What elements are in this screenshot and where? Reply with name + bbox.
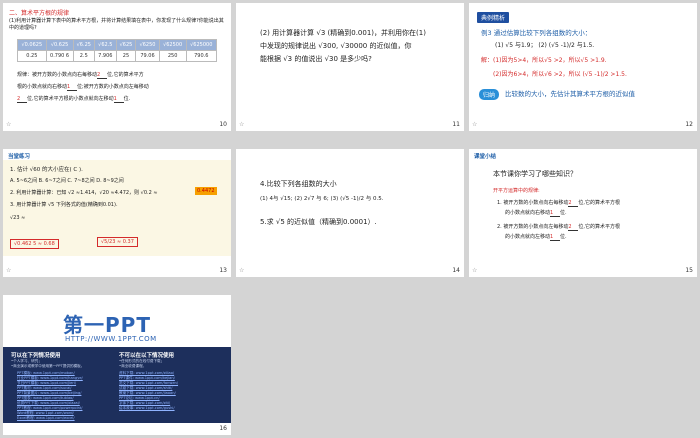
slide-10[interactable]: 二、算术平方根的规律 (1)利用计算器计算下表中的算术平方根，并将计算结果填在表…	[3, 3, 231, 131]
slide-13[interactable]: 当堂练习 1. 估计 √60 的大小应在( C ). A. 5~6之间 B. 6…	[3, 149, 231, 277]
slide-number: 12	[685, 121, 693, 128]
sqrt-table: √0.0625 √0.625 √6.25 √62.5 √625 √6250 √62500 √6…	[17, 39, 218, 62]
slide-number: 16	[219, 425, 227, 432]
table-header-cell: √625000	[185, 39, 218, 51]
resource-link[interactable]: 绘本故事: www.1ppt.com/gushi/	[119, 406, 178, 411]
rule-subtitle: 开平方运算中的规律:	[493, 188, 540, 194]
slide-14[interactable]: 4.比较下列各组数的大小 (1) 4与 √15; (2) 2√7 与 6; (3…	[236, 149, 464, 277]
links-left: PPT模板: www.1ppt.com/moban/行业PPT模板: www.1…	[17, 371, 83, 421]
slide-11[interactable]: (2) 用计算器计算 √3 (精确到0.001)，并利用你在(1) 中发现的规律…	[236, 3, 464, 131]
allowed-desc: •个人学习、研究； •商业演示或教学中使用第一PPT提供的模板。	[11, 359, 85, 368]
rule-2-line-2: 的小数点就向左移动1 位.	[505, 234, 567, 241]
star-icon: ☆	[239, 121, 245, 128]
table-value-cell: 7.906	[94, 50, 117, 62]
table-value-cell: 250	[158, 50, 187, 62]
table-header-cell: √62.5	[94, 39, 117, 51]
star-icon: ☆	[6, 267, 12, 274]
summary-title: 本节课你学习了哪些知识？	[493, 170, 577, 178]
solution-1: 解：(1)因为5>4，所以√5 >2，所以√5 >1.9.	[481, 57, 607, 64]
summary-label: 归纳	[479, 89, 500, 100]
rule-1-line-2: 的小数点就向右移动1 位.	[505, 210, 567, 217]
table-value-cell: 2.5	[72, 50, 96, 62]
answer-1: √0.462 5 ≈ 0.68	[10, 239, 59, 249]
q3-expr: √23 ≈	[10, 215, 26, 221]
answer-2: √5/23 ≈ 0.37	[97, 237, 138, 247]
table-header-cell: √62500	[158, 39, 187, 51]
star-icon: ☆	[472, 267, 478, 274]
question-line-2: 中发现的规律说出 √300, √30000 的近似值，你	[260, 42, 412, 50]
question-text: (1)利用计算器计算下表中的算术平方根，并将计算结果填在表中，你发现了什么规律?…	[9, 18, 224, 31]
rule-line-3: 2 位,它的算术平方根的小数点就向左移动1 位.	[17, 96, 131, 103]
disallowed-desc: •任何形式的在线付费下载； •商业收费课程。	[119, 359, 165, 368]
summary-heading: 课堂小结	[474, 154, 497, 160]
usage-panel: 可以在下列情况使用 不可以在以下情况使用 •个人学习、研究； •商业演示或教学中…	[3, 347, 231, 423]
rule-1-line-1: 1. 被开方数的小数点向右每移动2 位,它的算术平方根	[497, 200, 620, 207]
slide-number: 10	[219, 121, 227, 128]
disallowed-title: 不可以在以下情况使用	[119, 353, 175, 359]
exercise-5: 5.求 √5 的近似值（精确到0.0001）.	[260, 218, 377, 226]
star-icon: ☆	[472, 121, 478, 128]
table-header-cell: √6.25	[72, 39, 96, 51]
table-value-cell: 790.6	[185, 50, 218, 62]
links-right: 资料下载: www.1ppt.com/ziliao/PPT课件: www.1pp…	[119, 371, 178, 411]
example-badge: 典例精析	[477, 12, 510, 23]
solution-2: (2)因为6>4，所以√6 >2，所以 (√5 -1)/2 >1.5.	[493, 71, 627, 78]
slide-15[interactable]: 课堂小结 本节课你学习了哪些知识？ 开平方运算中的规律: 1. 被开方数的小数点…	[469, 149, 697, 277]
table-value-cell: 79.06	[135, 50, 160, 62]
table-value-cell: 0.25	[17, 50, 47, 62]
rule-2-line-1: 2. 被开方数的小数点向左每移动2 位,它的算术平方根	[497, 224, 620, 231]
q3-text: 3. 用计算器计算 √5 下列各式的值(精确到0.01).	[10, 202, 118, 208]
table-header-cell: √6250	[135, 39, 160, 51]
question-line-3: 能根据 √3 的值说出 √30 是多少吗?	[260, 55, 372, 63]
star-icon: ☆	[239, 267, 245, 274]
exercise-4-items: (1) 4与 √15; (2) 2√7 与 6; (3) (√5 -1)/2 与…	[260, 196, 384, 202]
ppt-url[interactable]: HTTP://WWW.1PPT.COM	[65, 335, 157, 343]
ppt-logo: 第一PPT	[63, 313, 151, 337]
example-title: 例3 通过估算比较下列各组数的大小：	[481, 29, 592, 37]
table-header-cell: √625	[115, 39, 137, 51]
example-items: (1) √5 与1.9； (2) (√5 -1)/2 与1.5.	[495, 42, 595, 49]
slide-16[interactable]: 第一PPT HTTP://WWW.1PPT.COM 可以在下列情况使用 不可以在…	[3, 295, 231, 435]
table-header-cell: √0.625	[45, 39, 74, 51]
summary-text: 比较数的大小，先估计其算术平方根的近似值	[505, 90, 635, 98]
allowed-title: 可以在下列情况使用	[11, 353, 61, 359]
q1-options: A. 5~6之间 B. 6~7之间 C. 7~8之间 D. 8~9之间	[10, 178, 124, 184]
exercise-4: 4.比较下列各组数的大小	[260, 180, 337, 188]
slide-12[interactable]: 典例精析 例3 通过估算比较下列各组数的大小： (1) √5 与1.9； (2)…	[469, 3, 697, 131]
rule-line-2: 根的小数点就向右移动1 位;被开方数的小数点向左每移动	[17, 84, 149, 91]
table-header-cell: √0.0625	[17, 39, 47, 51]
section-title: 二、算术平方根的规律	[9, 10, 70, 17]
slide-number: 15	[685, 267, 693, 274]
question-line-1: (2) 用计算器计算 √3 (精确到0.001)，并利用你在(1)	[260, 29, 426, 37]
q1-text: 1. 估计 √60 的大小应在( C ).	[10, 167, 83, 173]
table-value-cell: 25	[115, 50, 137, 62]
slide-number: 13	[219, 267, 227, 274]
table-value-cell: 0.790 6	[45, 50, 74, 62]
resource-link[interactable]: Excel教程: www.1ppt.com/excel/	[17, 416, 83, 421]
q2-answer: 0.4472	[195, 187, 217, 195]
star-icon: ☆	[6, 121, 12, 128]
rule-line-1: 规律：被开方数的小数点向右每移动2 位,它的算术平方	[17, 72, 144, 79]
q2-text: 2. 利用计算器计算：已知 √2 ≈1.414，√20 ≈4.472，则 √0.…	[10, 190, 158, 196]
slide-number: 14	[452, 267, 460, 274]
practice-heading: 当堂练习	[8, 154, 31, 160]
slide-number: 11	[452, 121, 460, 128]
